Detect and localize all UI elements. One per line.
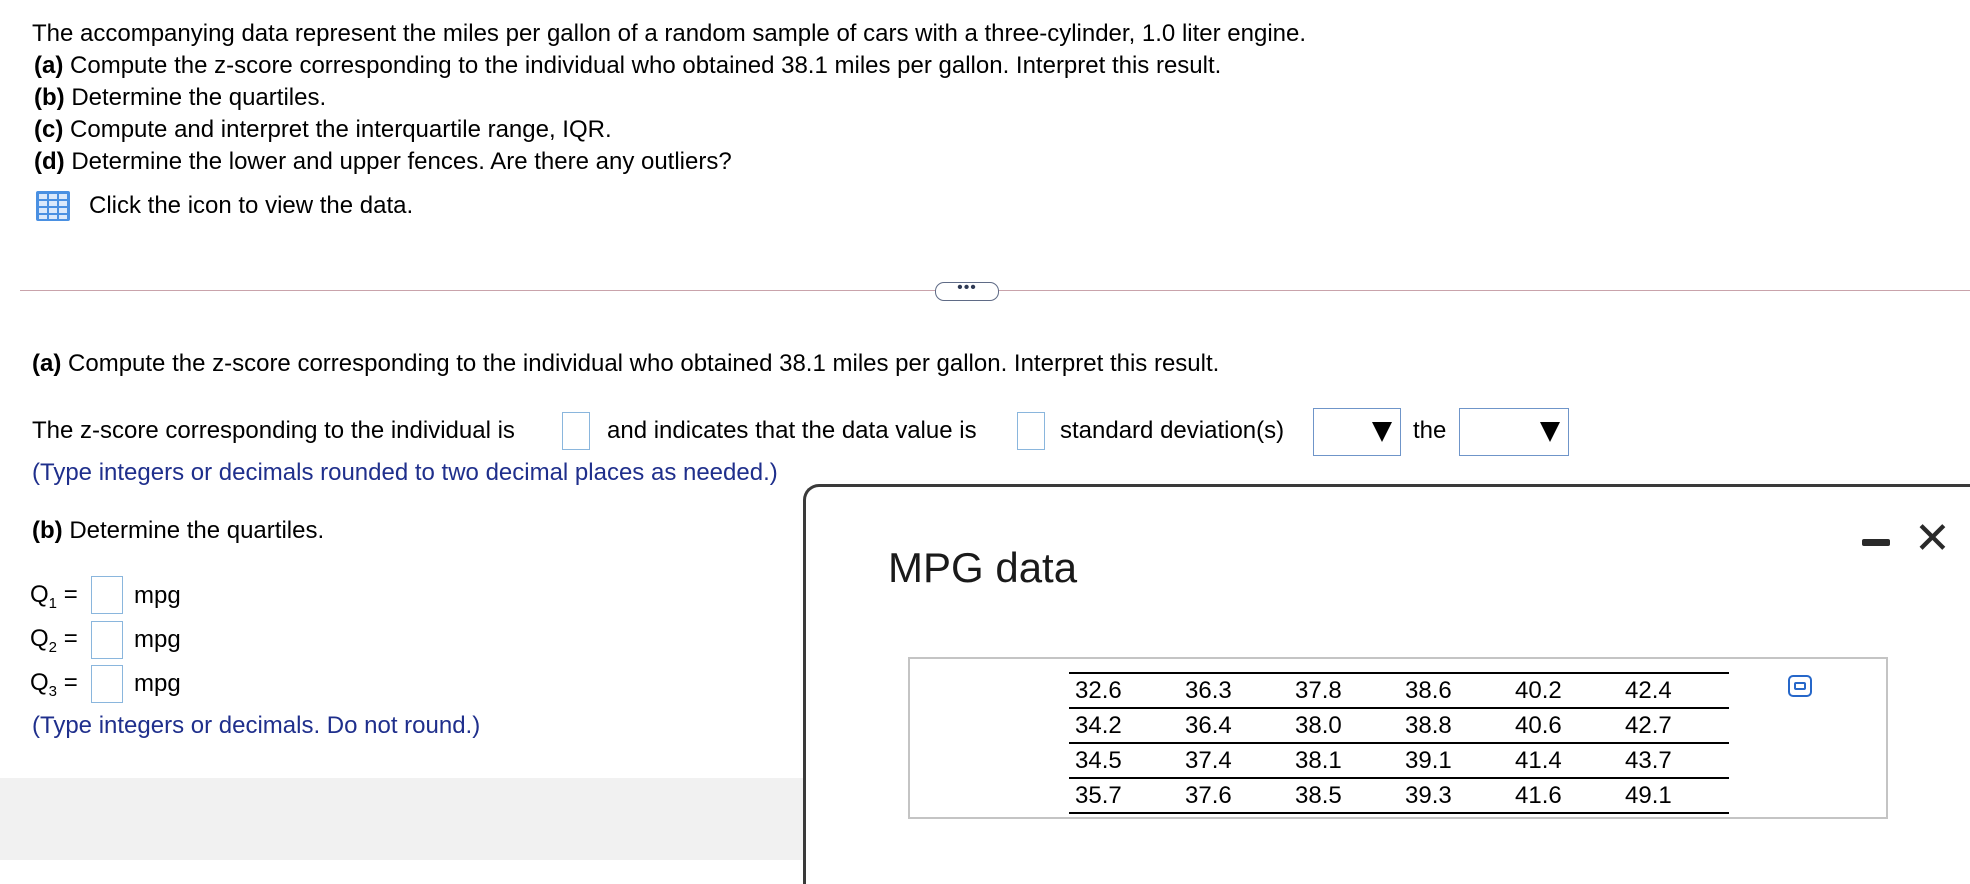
- q3-label: Q3 =: [30, 669, 78, 700]
- part-b-hint: (Type integers or decimals. Do not round…: [32, 712, 481, 739]
- table-cell: 37.8: [1295, 676, 1342, 704]
- view-data-link[interactable]: Click the icon to view the data.: [89, 192, 413, 220]
- close-icon[interactable]: ✕: [1914, 517, 1951, 561]
- q2-unit: mpg: [134, 626, 181, 653]
- q3-unit: mpg: [134, 670, 181, 697]
- part-a-hint: (Type integers or decimals rounded to tw…: [32, 459, 778, 486]
- above-below-dropdown[interactable]: [1313, 408, 1401, 456]
- table-cell: 43.7: [1625, 746, 1672, 774]
- z-score-answer-box[interactable]: [562, 412, 590, 450]
- q1-answer-box[interactable]: [91, 576, 123, 614]
- mean-median-dropdown[interactable]: [1459, 408, 1569, 456]
- table-cell: 39.3: [1405, 781, 1452, 809]
- table-cell: 37.4: [1185, 746, 1232, 774]
- q3-answer-box[interactable]: [91, 665, 123, 703]
- table-cell: 32.6: [1075, 676, 1122, 704]
- problem-intro: The accompanying data represent the mile…: [32, 20, 1307, 47]
- problem-part-b: (b) Determine the quartiles.: [34, 84, 327, 111]
- z-score-sentence-the: the: [1413, 417, 1447, 444]
- table-cell: 38.5: [1295, 781, 1342, 809]
- expand-dots-button[interactable]: •••: [935, 280, 999, 301]
- table-cell: 36.3: [1185, 676, 1232, 704]
- table-row: 32.6 36.3 37.8 38.6 40.2 42.4: [1069, 673, 1729, 708]
- part-b-heading: (b) Determine the quartiles.: [32, 517, 325, 544]
- copy-data-icon[interactable]: [1788, 675, 1812, 697]
- dropdown-arrow-icon: [1372, 422, 1392, 442]
- table-cell: 39.1: [1405, 746, 1452, 774]
- std-dev-count-answer-box[interactable]: [1017, 412, 1045, 450]
- table-cell: 38.6: [1405, 676, 1452, 704]
- table-cell: 40.2: [1515, 676, 1562, 704]
- table-cell: 42.4: [1625, 676, 1672, 704]
- z-score-sentence-unit: standard deviation(s): [1060, 417, 1285, 444]
- q1-label: Q1 =: [30, 581, 78, 612]
- problem-part-a: (a) Compute the z-score corresponding to…: [34, 52, 1222, 79]
- mpg-data-popup: MPG data ✕ 32.6 36.3 37.8 38.6 40.2 42.4…: [803, 484, 1970, 884]
- dropdown-arrow-icon: [1540, 422, 1560, 442]
- table-cell: 49.1: [1625, 781, 1672, 809]
- table-cell: 41.4: [1515, 746, 1562, 774]
- table-cell: 34.2: [1075, 711, 1122, 739]
- data-table-frame: 32.6 36.3 37.8 38.6 40.2 42.4 34.2 36.4 …: [908, 657, 1888, 819]
- table-cell: 35.7: [1075, 781, 1122, 809]
- mpg-data-table: 32.6 36.3 37.8 38.6 40.2 42.4 34.2 36.4 …: [1069, 672, 1729, 814]
- z-score-sentence-start: The z-score corresponding to the individ…: [32, 417, 515, 444]
- table-cell: 38.0: [1295, 711, 1342, 739]
- background-band: [0, 778, 805, 860]
- table-cell: 41.6: [1515, 781, 1562, 809]
- data-table-icon[interactable]: [36, 191, 70, 221]
- table-row: 34.5 37.4 38.1 39.1 41.4 43.7: [1069, 743, 1729, 778]
- problem-part-d: (d) Determine the lower and upper fences…: [34, 148, 732, 175]
- part-a-heading: (a) Compute the z-score corresponding to…: [32, 350, 1220, 377]
- table-cell: 36.4: [1185, 711, 1232, 739]
- table-cell: 38.1: [1295, 746, 1342, 774]
- table-cell: 37.6: [1185, 781, 1232, 809]
- table-cell: 34.5: [1075, 746, 1122, 774]
- z-score-sentence-middle: and indicates that the data value is: [607, 417, 977, 444]
- q1-unit: mpg: [134, 582, 181, 609]
- problem-part-c: (c) Compute and interpret the interquart…: [34, 116, 612, 143]
- table-cell: 42.7: [1625, 711, 1672, 739]
- popup-title: MPG data: [888, 544, 1078, 591]
- table-row: 35.7 37.6 38.5 39.3 41.6 49.1: [1069, 778, 1729, 813]
- table-row: 34.2 36.4 38.0 38.8 40.6 42.7: [1069, 708, 1729, 743]
- table-cell: 40.6: [1515, 711, 1562, 739]
- table-cell: 38.8: [1405, 711, 1452, 739]
- minimize-icon[interactable]: [1862, 539, 1890, 546]
- q2-answer-box[interactable]: [91, 621, 123, 659]
- q2-label: Q2 =: [30, 625, 78, 656]
